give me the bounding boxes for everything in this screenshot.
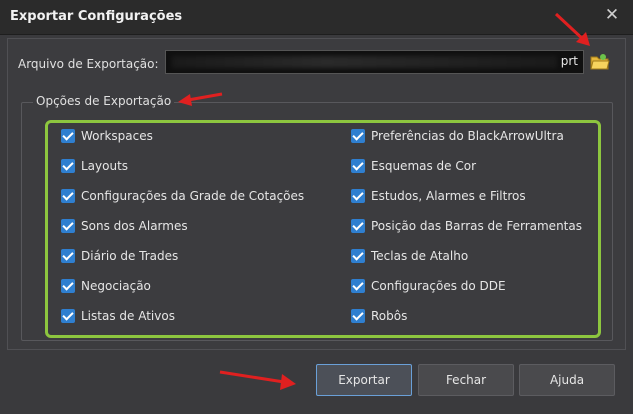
option-trading[interactable]: Negociação bbox=[61, 277, 151, 295]
option-label: Listas de Ativos bbox=[81, 309, 175, 323]
checkbox[interactable] bbox=[61, 309, 75, 323]
option-shortcut-keys[interactable]: Teclas de Atalho bbox=[351, 247, 468, 265]
dialog-title: Exportar Configurações bbox=[10, 9, 183, 24]
checkbox[interactable] bbox=[351, 309, 365, 323]
file-extension: prt bbox=[560, 54, 578, 68]
checkbox[interactable] bbox=[351, 249, 365, 263]
option-alarm-sounds[interactable]: Sons dos Alarmes bbox=[61, 217, 188, 235]
option-asset-lists[interactable]: Listas de Ativos bbox=[61, 307, 175, 325]
option-label: Robôs bbox=[371, 309, 408, 323]
annotation-arrow-icon bbox=[178, 92, 223, 106]
option-label: Workspaces bbox=[81, 129, 153, 143]
export-settings-dialog: Exportar Configurações ✕ Arquivo de Expo… bbox=[0, 0, 633, 414]
title-bar: Exportar Configurações ✕ bbox=[0, 0, 633, 35]
checkbox[interactable] bbox=[351, 279, 365, 293]
folder-icon[interactable] bbox=[590, 53, 610, 71]
option-label: Sons dos Alarmes bbox=[81, 219, 188, 233]
help-button[interactable]: Ajuda bbox=[519, 364, 615, 396]
checkbox[interactable] bbox=[61, 219, 75, 233]
export-options-title: Opções de Exportação bbox=[33, 94, 175, 108]
option-label: Configurações da Grade de Cotações bbox=[81, 189, 305, 203]
export-file-field[interactable]: prt bbox=[165, 50, 584, 74]
checkbox[interactable] bbox=[351, 159, 365, 173]
option-trade-journal[interactable]: Diário de Trades bbox=[61, 247, 178, 265]
option-label: Esquemas de Cor bbox=[371, 159, 477, 173]
annotation-arrow-icon bbox=[554, 12, 590, 46]
export-file-label: Arquivo de Exportação: bbox=[18, 57, 159, 71]
option-label: Estudos, Alarmes e Filtros bbox=[371, 189, 526, 203]
checkbox[interactable] bbox=[61, 279, 75, 293]
option-label: Layouts bbox=[81, 159, 129, 173]
option-quote-grid-settings[interactable]: Configurações da Grade de Cotações bbox=[61, 187, 304, 205]
option-label: Diário de Trades bbox=[81, 249, 179, 263]
option-layouts[interactable]: Layouts bbox=[61, 157, 128, 175]
option-toolbar-positions[interactable]: Posição das Barras de Ferramentas bbox=[351, 217, 582, 235]
option-robots[interactable]: Robôs bbox=[351, 307, 407, 325]
option-label: Preferências do BlackArrowUltra bbox=[371, 129, 564, 143]
option-color-schemes[interactable]: Esquemas de Cor bbox=[351, 157, 476, 175]
option-label: Teclas de Atalho bbox=[371, 249, 469, 263]
option-label: Posição das Barras de Ferramentas bbox=[371, 219, 582, 233]
option-label: Negociação bbox=[81, 279, 151, 293]
checkbox[interactable] bbox=[61, 129, 75, 143]
option-workspaces[interactable]: Workspaces bbox=[61, 127, 153, 145]
checkbox[interactable] bbox=[61, 249, 75, 263]
export-button[interactable]: Exportar bbox=[316, 364, 412, 396]
checkbox[interactable] bbox=[61, 189, 75, 203]
option-preferences[interactable]: Preferências do BlackArrowUltra bbox=[351, 127, 564, 145]
checkbox[interactable] bbox=[351, 219, 365, 233]
checkbox[interactable] bbox=[351, 189, 365, 203]
checkbox[interactable] bbox=[61, 159, 75, 173]
option-label: Configurações do DDE bbox=[371, 279, 506, 293]
option-dde-settings[interactable]: Configurações do DDE bbox=[351, 277, 506, 295]
blurred-path bbox=[172, 56, 557, 68]
close-icon[interactable]: ✕ bbox=[603, 6, 621, 24]
checkbox[interactable] bbox=[351, 129, 365, 143]
close-button[interactable]: Fechar bbox=[418, 364, 514, 396]
option-studies-alarms-filters[interactable]: Estudos, Alarmes e Filtros bbox=[351, 187, 526, 205]
annotation-arrow-icon bbox=[219, 370, 296, 390]
